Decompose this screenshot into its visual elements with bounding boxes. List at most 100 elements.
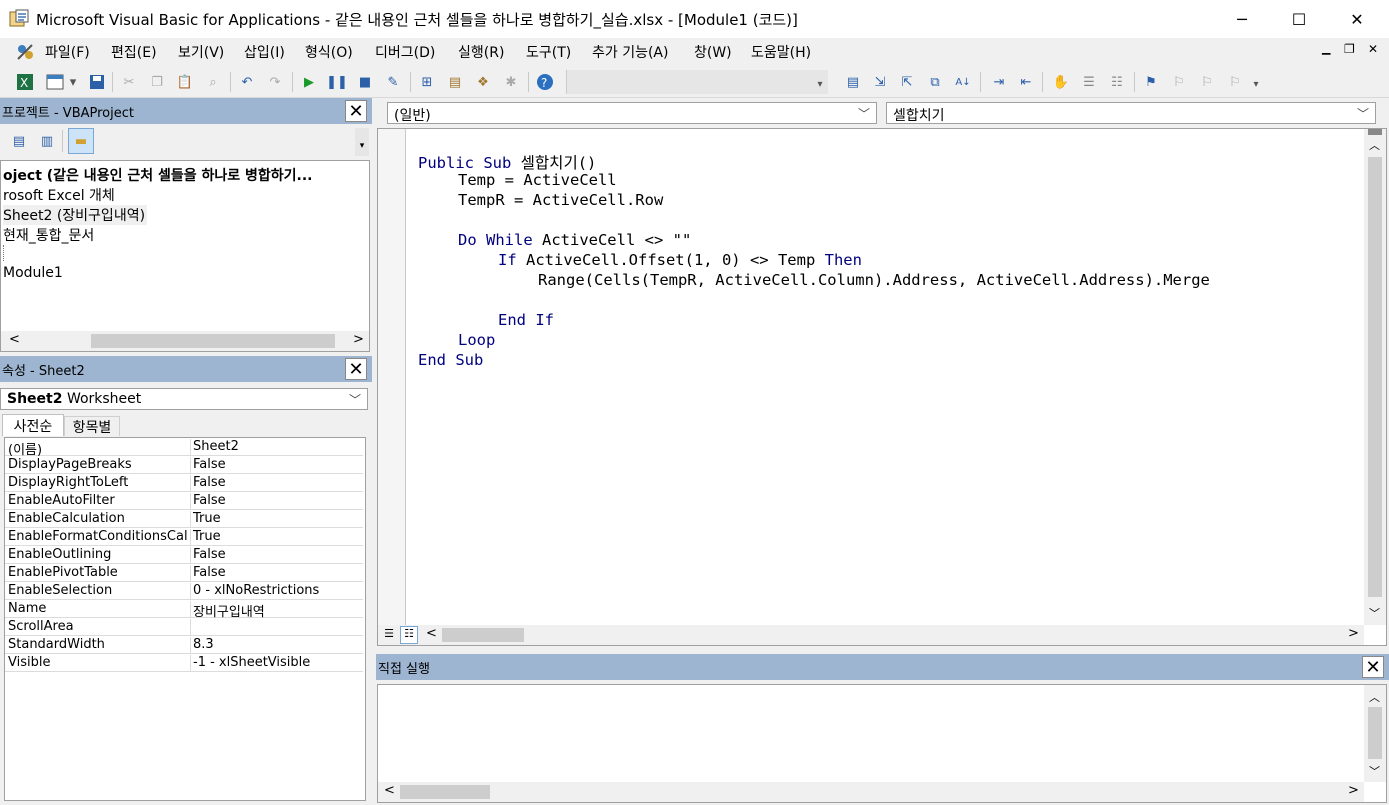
- insert-dropdown-icon[interactable]: ▾: [66, 71, 80, 93]
- doc-restore-button[interactable]: ❐: [1344, 42, 1355, 56]
- property-value[interactable]: -1 - xlSheetVisible: [190, 655, 310, 672]
- object-combo[interactable]: (일반) ﹀: [387, 102, 877, 124]
- menu-help[interactable]: 도움말(H): [751, 42, 811, 62]
- break-icon[interactable]: ❚❚: [326, 71, 348, 93]
- property-value[interactable]: False: [190, 457, 226, 474]
- property-value[interactable]: False: [190, 547, 226, 564]
- property-value[interactable]: False: [190, 475, 226, 492]
- code-hscroll-thumb[interactable]: [442, 628, 524, 642]
- project-toolbar-overflow-icon[interactable]: ▾: [355, 128, 369, 156]
- project-hscrollbar[interactable]: < >: [1, 331, 369, 351]
- property-row[interactable]: StandardWidth 8.3: [5, 636, 363, 654]
- redo-icon[interactable]: ↷: [264, 71, 286, 93]
- menu-file[interactable]: 파일(F): [45, 42, 90, 62]
- view-code-icon[interactable]: ▤: [8, 130, 30, 152]
- tree-excel-objects-folder[interactable]: rosoft Excel 개체: [3, 185, 115, 205]
- property-value[interactable]: Sheet2: [190, 439, 239, 456]
- outdent-icon[interactable]: ⇤: [1015, 71, 1037, 93]
- tree-project-node[interactable]: oject (같은 내용인 근처 셀들을 하나로 병합하기...: [3, 165, 312, 185]
- menu-window[interactable]: 창(W): [694, 42, 732, 62]
- list-constants-icon[interactable]: ⇲: [869, 71, 891, 93]
- scroll-left-icon[interactable]: <: [9, 332, 20, 347]
- properties-window-icon[interactable]: ▤: [444, 71, 466, 93]
- paste-icon[interactable]: 📋: [174, 71, 196, 93]
- edit-toolbar-options-icon[interactable]: ▾: [1250, 74, 1262, 94]
- list-properties-icon[interactable]: ▤: [842, 71, 864, 93]
- tree-module1-node[interactable]: Module1: [3, 265, 63, 281]
- next-bookmark-icon[interactable]: ⚐: [1168, 71, 1190, 93]
- property-row[interactable]: EnableCalculation True: [5, 510, 363, 528]
- property-value[interactable]: True: [190, 529, 221, 546]
- property-value[interactable]: 8.3: [190, 637, 214, 654]
- tab-categorized[interactable]: 항목별: [64, 416, 120, 436]
- scroll-right-icon[interactable]: >: [1348, 626, 1359, 641]
- run-icon[interactable]: ▶: [298, 71, 320, 93]
- property-value[interactable]: 0 - xlNoRestrictions: [190, 583, 319, 600]
- scroll-right-icon[interactable]: >: [1348, 783, 1359, 798]
- full-module-view-icon[interactable]: ☷: [400, 626, 418, 644]
- tree-sheet2-node[interactable]: Sheet2 (장비구입내역): [3, 205, 148, 225]
- scroll-left-icon[interactable]: <: [384, 783, 395, 798]
- uncomment-block-icon[interactable]: ☷: [1106, 71, 1128, 93]
- split-bar[interactable]: [1368, 129, 1382, 135]
- procedure-combo[interactable]: 셀합치기 ﹀: [886, 102, 1376, 124]
- find-icon[interactable]: ⌕: [202, 71, 224, 93]
- property-row[interactable]: ScrollArea: [5, 618, 363, 636]
- previous-bookmark-icon[interactable]: ⚐: [1196, 71, 1218, 93]
- property-value[interactable]: 장비구입내역: [190, 601, 265, 620]
- menu-view[interactable]: 보기(V): [178, 42, 224, 62]
- scroll-down-icon[interactable]: ﹀: [1369, 605, 1380, 621]
- scroll-up-icon[interactable]: ︿: [1369, 689, 1380, 705]
- menu-format[interactable]: 형식(O): [305, 42, 353, 62]
- code-margin-indicator-bar[interactable]: [378, 129, 406, 625]
- save-icon[interactable]: [86, 71, 108, 93]
- doc-close-button[interactable]: ✕: [1368, 42, 1378, 56]
- indent-icon[interactable]: ⇥: [988, 71, 1010, 93]
- immediate-close-button[interactable]: ✕: [1362, 656, 1384, 678]
- code-hscrollbar[interactable]: ☰ ☷ < >: [378, 625, 1364, 645]
- menu-addins[interactable]: 추가 기능(A): [592, 42, 668, 62]
- clear-bookmarks-icon[interactable]: ⚐: [1224, 71, 1246, 93]
- maximize-button[interactable]: ☐: [1276, 0, 1322, 38]
- close-button[interactable]: ✕: [1334, 0, 1380, 38]
- property-row[interactable]: Visible -1 - xlSheetVisible: [5, 654, 363, 672]
- property-row[interactable]: EnableSelection 0 - xlNoRestrictions: [5, 582, 363, 600]
- toolbar-options-icon[interactable]: ▾: [814, 74, 826, 94]
- toggle-folders-icon[interactable]: ▬: [68, 128, 94, 154]
- object-browser-icon[interactable]: ❖: [472, 71, 494, 93]
- undo-icon[interactable]: ↶: [236, 71, 258, 93]
- property-row[interactable]: DisplayPageBreaks False: [5, 456, 363, 474]
- cut-icon[interactable]: ✂: [118, 71, 140, 93]
- menu-run[interactable]: 실행(R): [458, 42, 504, 62]
- tree-thisworkbook-node[interactable]: 현재_통합_문서: [3, 225, 94, 245]
- property-row[interactable]: EnableFormatConditionsCal True: [5, 528, 363, 546]
- property-row[interactable]: EnablePivotTable False: [5, 564, 363, 582]
- minimize-button[interactable]: ─: [1219, 0, 1265, 38]
- immediate-hscroll-thumb[interactable]: [400, 785, 490, 799]
- immediate-hscrollbar[interactable]: < >: [378, 782, 1364, 802]
- menu-insert[interactable]: 삽입(I): [244, 42, 285, 62]
- immediate-vscroll-thumb[interactable]: [1368, 707, 1382, 759]
- comment-block-icon[interactable]: ☰: [1078, 71, 1100, 93]
- code-vscrollbar[interactable]: ︿ ﹀: [1364, 129, 1386, 625]
- insert-userform-icon[interactable]: [44, 71, 66, 93]
- scroll-up-icon[interactable]: ︿: [1369, 137, 1380, 153]
- property-value[interactable]: [190, 619, 193, 636]
- menu-tools[interactable]: 도구(T): [526, 42, 571, 62]
- properties-object-select[interactable]: Sheet2 Worksheet ﹀: [0, 388, 368, 410]
- toggle-breakpoint-icon[interactable]: ✋: [1050, 71, 1072, 93]
- property-row[interactable]: EnableOutlining False: [5, 546, 363, 564]
- toggle-bookmark-icon[interactable]: ⚑: [1140, 71, 1162, 93]
- code-vscroll-thumb[interactable]: [1368, 157, 1382, 597]
- property-value[interactable]: True: [190, 511, 221, 528]
- project-scroll-thumb[interactable]: [91, 334, 335, 348]
- copy-icon[interactable]: ❐: [146, 71, 168, 93]
- properties-close-button[interactable]: ✕: [345, 358, 367, 380]
- menu-debug[interactable]: 디버그(D): [375, 42, 435, 62]
- property-row[interactable]: EnableAutoFilter False: [5, 492, 363, 510]
- project-explorer-icon[interactable]: ⊞: [416, 71, 438, 93]
- toolbox-icon[interactable]: ✱: [500, 71, 522, 93]
- immediate-window[interactable]: ︿ ﹀ < >: [377, 684, 1387, 803]
- property-row[interactable]: (이름) Sheet2: [5, 438, 363, 458]
- property-row[interactable]: Name 장비구입내역: [5, 600, 363, 620]
